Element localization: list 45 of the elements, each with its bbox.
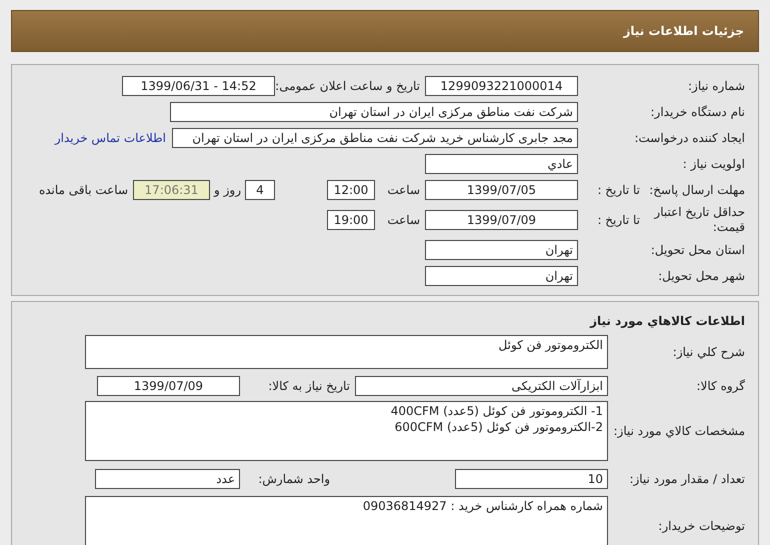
specs-field[interactable]: 1- الکتروموتور فن کوئل (5عدد) 400CFM 2-الکتروموتور فن کوئل (5عدد) 600CFM [85,401,608,461]
field-label: مشخصات کالاي مورد نياز: [612,424,745,438]
field-label: شرح کلي نياز: [672,344,745,360]
page-title: جزئیات اطلاعات نیاز [623,24,744,38]
deadline-time-field[interactable]: 12:00 [327,180,375,200]
days-field[interactable]: 4 [245,180,275,200]
field-label: استان محل تحویل: [650,242,745,258]
section-title: اطلاعات کالاهاي مورد نياز [590,314,745,328]
city-field[interactable]: تهران [425,266,578,286]
field-label: تاريخ نياز به کالا: [267,378,351,394]
field-label: ایجاد کننده درخواست: [633,130,745,146]
creator-field[interactable]: مجد جابری کارشناس خرید شرکت نفت مناطق مرکزی ایران در استان تهران [172,128,578,148]
field-label: ساعت [386,212,421,228]
field-label: حداقل تاریخ اعتبار قیمت: [652,205,745,235]
validity-time-field[interactable]: 19:00 [327,210,375,230]
field-label: تا تاریخ : [596,212,640,228]
quantity-field[interactable]: 10 [455,469,608,489]
field-label: واحد شمارش: [257,472,330,486]
description-field[interactable]: الکتروموتور فن کوئل [85,335,608,369]
field-label: شماره نیاز: [687,78,745,94]
field-label: ساعت باقی مانده [38,182,129,198]
field-label: اولویت نیاز : [682,156,745,172]
field-label: تا تاریخ : [596,182,640,198]
field-label: تاریخ و ساعت اعلان عمومی: [275,78,421,94]
buyer-contact-link[interactable]: اطلاعات تماس خریدار [54,131,166,145]
announce-date-field[interactable]: 1399/06/31 - 14:52 [122,76,275,96]
field-label: شهر محل تحویل: [657,268,745,284]
unit-field[interactable]: عدد [95,469,240,489]
goods-group-field[interactable]: ابزارآلات الکتریکی [355,376,608,396]
field-label: گروه کالا: [696,378,745,394]
remaining-time-field[interactable]: 17:06:31 [133,180,210,200]
buyer-field[interactable]: شرکت نفت مناطق مرکزی ایران در استان تهران [170,102,578,122]
field-label: ساعت [386,182,421,198]
field-label: توضيحات خريدار: [657,518,745,534]
priority-field[interactable]: عادي [425,154,578,174]
field-label: روز و [212,182,242,198]
field-label: مهلت ارسال پاسخ: [648,182,745,198]
need-number-field[interactable]: 1299093221000014 [425,76,578,96]
need-date-field[interactable]: 1399/07/09 [97,376,240,396]
deadline-date-field[interactable]: 1399/07/05 [425,180,578,200]
field-label: تعداد / مقدار مورد نياز: [628,472,745,486]
field-label: نام دستگاه خریدار: [650,104,745,120]
province-field[interactable]: تهران [425,240,578,260]
validity-date-field[interactable]: 1399/07/09 [425,210,578,230]
notes-field[interactable]: شماره همراه کارشناس خرید : 09036814927 [85,496,608,545]
